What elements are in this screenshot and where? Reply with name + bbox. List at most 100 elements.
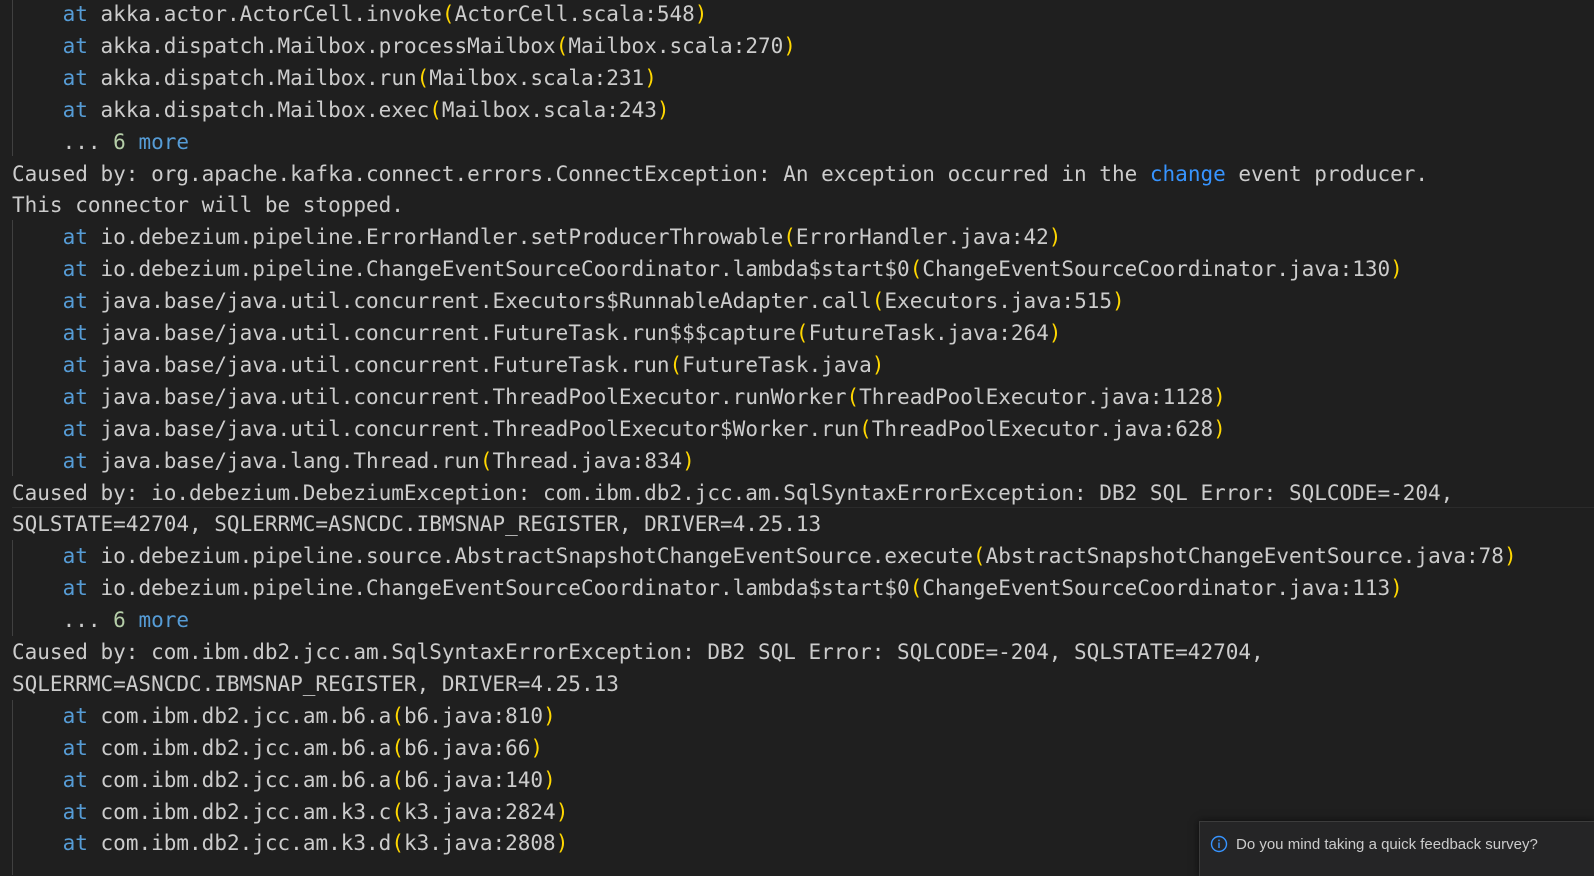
open-paren: ( xyxy=(795,321,809,345)
more-count: 6 xyxy=(113,608,126,633)
stack-frame-location: Mailbox.scala:231 xyxy=(429,65,645,90)
log-line: Caused by: com.ibm.db2.jcc.am.SqlSyntaxE… xyxy=(12,638,1264,670)
log-line: Caused by: org.apache.kafka.connect.erro… xyxy=(12,160,1428,192)
open-paren: ( xyxy=(391,831,404,856)
open-paren: ( xyxy=(783,225,796,250)
open-paren: ( xyxy=(479,448,493,473)
at-keyword: at xyxy=(62,384,88,409)
at-keyword: at xyxy=(62,321,88,345)
caused-by-text: event producer. xyxy=(1225,161,1429,186)
open-paren: ( xyxy=(859,416,872,441)
open-paren: ( xyxy=(429,97,442,122)
log-line: ... 6 more xyxy=(12,128,189,160)
close-paren: ) xyxy=(530,735,544,760)
stack-frame-location: ThreadPoolExecutor.java:628 xyxy=(871,416,1214,441)
close-paren: ) xyxy=(1112,289,1125,314)
log-line: at java.base/java.util.concurrent.Thread… xyxy=(12,383,1226,415)
at-keyword: at xyxy=(62,257,88,282)
close-paren: ) xyxy=(543,703,556,728)
log-line: SQLSTATE=42704, SQLERRMC=ASNCDC.IBMSNAP_… xyxy=(12,510,821,542)
open-paren: ( xyxy=(972,544,986,569)
close-paren: ) xyxy=(555,831,569,856)
stack-frame-location: AbstractSnapshotChangeEventSource.java:7… xyxy=(985,544,1504,569)
stack-frame-method: io.debezium.pipeline.source.AbstractSnap… xyxy=(100,544,973,569)
stack-frame-method: java.base/java.lang.Thread.run xyxy=(100,448,480,473)
stack-frame-location: b6.java:810 xyxy=(403,703,544,728)
close-paren: ) xyxy=(871,352,885,377)
at-keyword: at xyxy=(62,767,88,792)
at-keyword: at xyxy=(62,225,88,250)
close-paren: ) xyxy=(644,65,657,90)
stack-frame-location: b6.java:140 xyxy=(403,767,544,792)
open-paren: ( xyxy=(391,735,404,760)
open-paren: ( xyxy=(909,257,923,282)
terminal-output[interactable]: at akka.actor.ActorCell.invoke(ActorCell… xyxy=(0,0,1594,875)
caused-by-text: Caused by: org.apache.kafka.connect.erro… xyxy=(12,161,1150,186)
log-line: at com.ibm.db2.jcc.am.b6.a(b6.java:140) xyxy=(12,766,556,798)
log-line: ... 6 more xyxy=(12,606,189,638)
close-paren: ) xyxy=(1390,257,1403,282)
log-line: at io.debezium.pipeline.ChangeEventSourc… xyxy=(12,255,1403,287)
stack-frame-method: com.ibm.db2.jcc.am.k3.c xyxy=(100,799,392,824)
log-line: This connector will be stopped. xyxy=(12,191,404,223)
open-paren: ( xyxy=(416,65,430,90)
stack-frame-location: FutureTask.java:264 xyxy=(808,321,1049,345)
log-line: at com.ibm.db2.jcc.am.k3.d(k3.java:2808) xyxy=(12,829,569,861)
stack-frame-method: com.ibm.db2.jcc.am.b6.a xyxy=(100,767,392,792)
log-line: at java.base/java.util.concurrent.Future… xyxy=(12,351,885,383)
caused-by-text: Caused by: io.debezium.DebeziumException… xyxy=(12,480,1454,505)
log-line: at com.ibm.db2.jcc.am.b6.a(b6.java:66) xyxy=(12,734,544,766)
at-keyword: at xyxy=(62,576,88,601)
stack-frame-method: java.base/java.util.concurrent.ThreadPoo… xyxy=(100,384,847,409)
close-paren: ) xyxy=(555,799,569,824)
at-keyword: at xyxy=(62,448,88,473)
stack-frame-method: java.base/java.util.concurrent.Executors… xyxy=(100,289,872,314)
open-paren: ( xyxy=(391,767,404,792)
log-line: Caused by: io.debezium.DebeziumException… xyxy=(12,479,1453,511)
open-paren: ( xyxy=(391,799,404,824)
stack-frame-location: FutureTask.java xyxy=(682,352,872,377)
stack-frame-location: ThreadPoolExecutor.java:1128 xyxy=(859,384,1214,409)
log-line: at java.base/java.util.concurrent.Thread… xyxy=(12,415,1226,447)
stack-frame-method: io.debezium.pipeline.ChangeEventSourceCo… xyxy=(100,576,910,601)
close-paren: ) xyxy=(694,2,708,26)
log-line: at java.base/java.util.concurrent.Execut… xyxy=(12,287,1125,319)
change-keyword: change xyxy=(1149,161,1226,186)
close-paren: ) xyxy=(1048,225,1062,250)
stack-frame-method: java.base/java.util.concurrent.ThreadPoo… xyxy=(100,416,860,441)
feedback-survey-notification[interactable]: Do you mind taking a quick feedback surv… xyxy=(1199,821,1594,876)
open-paren: ( xyxy=(909,576,923,601)
log-line: at akka.dispatch.Mailbox.exec(Mailbox.sc… xyxy=(12,96,670,128)
caused-by-text: Caused by: com.ibm.db2.jcc.am.SqlSyntaxE… xyxy=(12,640,1264,664)
close-paren: ) xyxy=(1213,384,1226,409)
caused-by-text: This connector will be stopped. xyxy=(12,193,404,218)
at-keyword: at xyxy=(62,735,88,760)
close-paren: ) xyxy=(543,767,556,792)
more-count: 6 xyxy=(113,129,126,154)
log-line: at akka.dispatch.Mailbox.processMailbox(… xyxy=(12,32,796,64)
at-keyword: at xyxy=(62,97,88,122)
close-paren: ) xyxy=(1390,576,1403,601)
log-line: at java.base/java.util.concurrent.Future… xyxy=(12,319,1062,351)
